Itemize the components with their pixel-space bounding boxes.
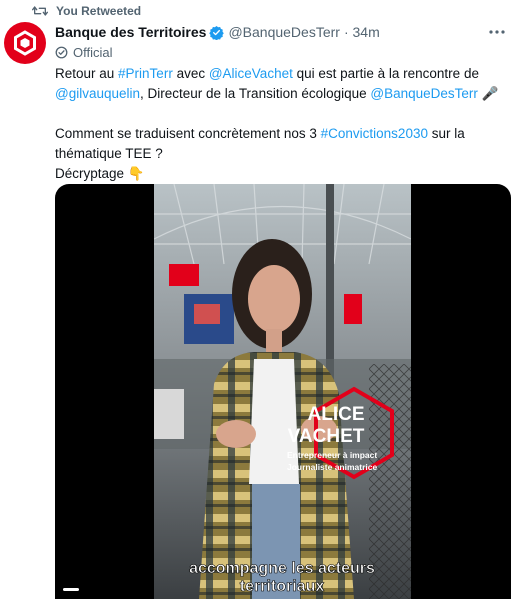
- tweet-text-segment: 🎤: [477, 86, 499, 101]
- video-frame[interactable]: ALICE VACHET Entrepreneur à impact Journ…: [154, 184, 411, 599]
- avatar[interactable]: [4, 22, 46, 64]
- retweet-icon: [32, 6, 48, 16]
- tweet-link[interactable]: #Convictions2030: [321, 126, 428, 141]
- video-progress-bar[interactable]: [63, 588, 79, 591]
- tweet-header: Banque des Territoires @BanqueDesTerr · …: [55, 22, 509, 42]
- author-handle[interactable]: @BanqueDesTerr: [228, 24, 340, 40]
- speaker-role-2: Journaliste animatrice: [287, 462, 378, 472]
- tweet-link[interactable]: #PrinTerr: [118, 66, 173, 81]
- tweet-link[interactable]: @gilvauquelin: [55, 86, 140, 101]
- tweet-text-segment: qui est partie à la rencontre de: [292, 66, 479, 81]
- more-options-button[interactable]: [485, 22, 509, 42]
- speaker-role-1: Entrepreneur à impact: [287, 450, 377, 460]
- tweet-link[interactable]: @BanqueDesTerr: [370, 86, 478, 101]
- tweet-text-segment: avec: [172, 66, 209, 81]
- retweet-label[interactable]: You Retweeted: [56, 4, 141, 18]
- tweet-text-segment: , Directeur de la Transition écologique: [140, 86, 371, 101]
- official-check-icon: [55, 46, 68, 58]
- retweet-context: You Retweeted: [32, 3, 141, 19]
- tweet-text-segment: Décryptage 👇: [55, 166, 145, 181]
- video-player[interactable]: ALICE VACHET Entrepreneur à impact Journ…: [55, 184, 511, 599]
- video-subtitle-2: territoriaux: [240, 578, 325, 595]
- tweet-text: Retour au #PrinTerr avec @AliceVachet qu…: [55, 64, 510, 184]
- video-subtitle-1: accompagne les acteurs: [189, 560, 375, 577]
- speaker-last-name: VACHET: [288, 426, 365, 447]
- brand-logo-icon: [14, 30, 36, 56]
- tweet-text-segment: Comment se traduisent concrètement nos 3: [55, 126, 321, 141]
- verified-badge-icon[interactable]: [209, 25, 225, 40]
- speaker-first-name: ALICE: [308, 404, 365, 425]
- tweet-link[interactable]: @AliceVachet: [209, 66, 293, 81]
- tweet-text-segment: Retour au: [55, 66, 119, 81]
- video-scene: ALICE VACHET Entrepreneur à impact Journ…: [154, 184, 411, 599]
- more-dots-icon: [489, 30, 505, 34]
- tweet-timestamp[interactable]: · 34m: [344, 24, 380, 40]
- author-name[interactable]: Banque des Territoires: [55, 24, 206, 40]
- official-text: Official: [73, 44, 113, 60]
- official-label: Official: [55, 44, 113, 60]
